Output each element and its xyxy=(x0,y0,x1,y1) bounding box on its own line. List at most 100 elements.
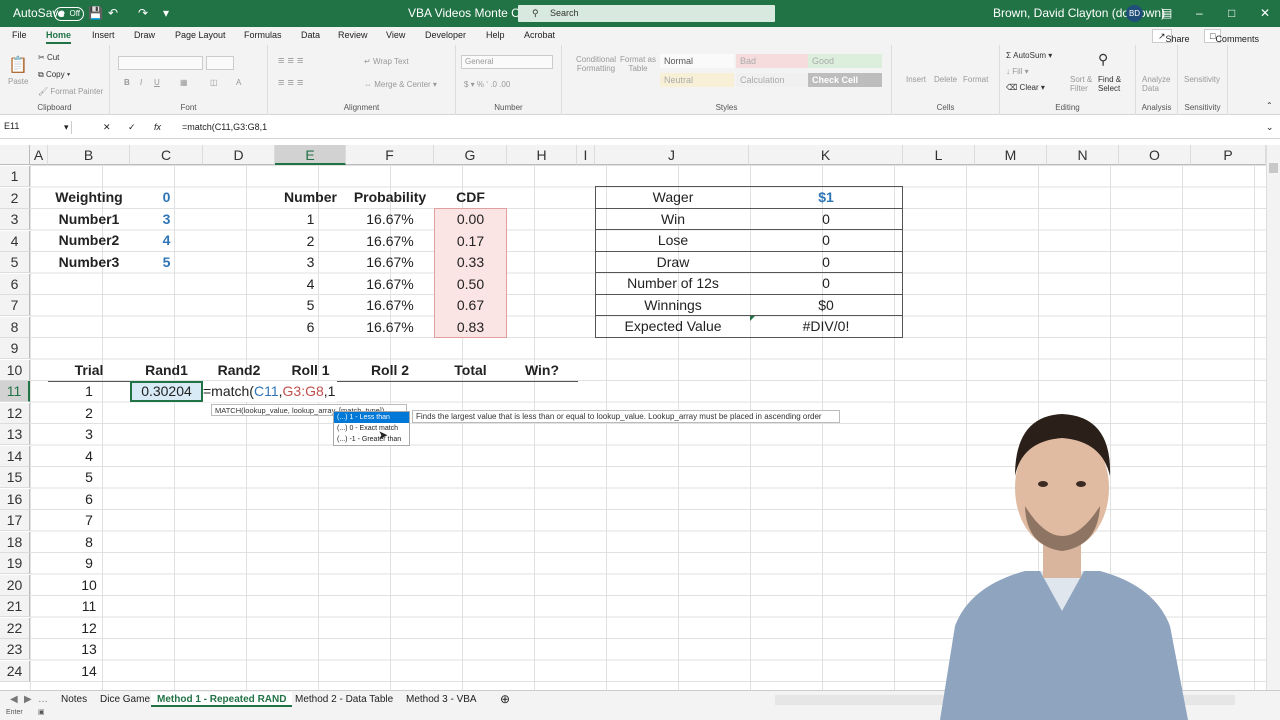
row-header[interactable]: 18 xyxy=(0,531,30,553)
row-header[interactable]: 8 xyxy=(0,316,30,338)
column-header-m[interactable]: M xyxy=(975,145,1047,165)
sheet-tab-method-1[interactable]: Method 1 - Repeated RAND xyxy=(151,692,293,707)
dist-probability[interactable]: 16.67% xyxy=(346,252,434,273)
vertical-scrollbar[interactable] xyxy=(1266,145,1280,690)
tab-insert[interactable]: Insert xyxy=(92,30,115,40)
number1-label[interactable]: Number1 xyxy=(48,209,130,230)
column-header-n[interactable]: N xyxy=(1047,145,1119,165)
maximize-icon[interactable]: □ xyxy=(1228,0,1235,27)
merge-center-button[interactable]: ⇔ Merge & Center ▾ xyxy=(364,80,437,89)
trial-number[interactable]: 7 xyxy=(48,510,130,531)
row-header[interactable]: 23 xyxy=(0,639,30,660)
delete-cells-button[interactable]: Delete xyxy=(934,75,957,84)
number3-value[interactable]: 5 xyxy=(130,252,203,273)
format-cells-button[interactable]: Format xyxy=(963,75,988,84)
dist-cdf[interactable]: 0.17 xyxy=(434,231,507,252)
row-header[interactable]: 12 xyxy=(0,402,30,424)
row-header[interactable]: 5 xyxy=(0,252,30,273)
trial-header[interactable]: Trial xyxy=(48,360,130,381)
trial-number[interactable]: 6 xyxy=(48,489,130,510)
minimize-icon[interactable]: – xyxy=(1196,0,1203,27)
dist-cdf[interactable]: 0.83 xyxy=(434,317,507,338)
tab-developer[interactable]: Developer xyxy=(425,30,466,40)
summary-label[interactable]: Winnings xyxy=(596,295,750,316)
customize-toolbar-icon[interactable]: ▾ xyxy=(163,0,169,27)
tab-review[interactable]: Review xyxy=(338,30,368,40)
summary-label[interactable]: Draw xyxy=(596,252,750,273)
trial-number[interactable]: 12 xyxy=(48,618,130,639)
ribbon-display-icon[interactable]: ▤ xyxy=(1161,0,1172,27)
sheet-more-icon[interactable]: … xyxy=(32,692,54,707)
tab-draw[interactable]: Draw xyxy=(134,30,155,40)
redo-icon[interactable]: ↷ xyxy=(138,0,148,27)
dist-cdf[interactable]: 0.33 xyxy=(434,252,507,273)
close-icon[interactable]: ✕ xyxy=(1260,0,1270,27)
editing-formula-cell[interactable]: =match(C11,G3:G8,1 xyxy=(203,381,338,402)
align-left-icon[interactable]: ≡ ≡ ≡ xyxy=(278,77,303,89)
namebox-dropdown-icon[interactable]: ▾ xyxy=(64,122,69,133)
column-header-a[interactable]: A xyxy=(30,145,48,165)
add-sheet-icon[interactable]: ⊕ xyxy=(494,692,516,707)
insert-function-icon[interactable]: fx xyxy=(154,122,161,132)
trial-number[interactable]: 1 xyxy=(48,381,130,402)
summary-label[interactable]: Lose xyxy=(596,230,750,251)
format-as-table-button[interactable]: Format as Table xyxy=(618,55,658,73)
column-header-e[interactable]: E xyxy=(275,145,346,165)
sensitivity-button[interactable]: Sensitivity xyxy=(1184,75,1220,84)
fill-color-icon[interactable]: ◫ xyxy=(210,78,218,87)
font-name-select[interactable] xyxy=(118,56,203,70)
number3-label[interactable]: Number3 xyxy=(48,252,130,273)
sheet-tab-method-2[interactable]: Method 2 - Data Table xyxy=(289,692,399,707)
expand-formula-icon[interactable]: ⌄ xyxy=(1266,122,1274,133)
paste-icon[interactable]: 📋 xyxy=(8,55,28,75)
tab-acrobat[interactable]: Acrobat xyxy=(524,30,555,40)
dist-cdf[interactable]: 0.00 xyxy=(434,209,507,230)
share-button[interactable]: ↗ Share xyxy=(1152,29,1190,44)
dist-probability[interactable]: 16.67% xyxy=(346,317,434,338)
find-select-button[interactable]: Find & Select xyxy=(1098,75,1128,93)
summary-value[interactable]: $0 xyxy=(750,295,902,316)
summary-label[interactable]: Win xyxy=(596,209,750,230)
dist-number[interactable]: 5 xyxy=(275,295,346,316)
row-header[interactable]: 19 xyxy=(0,553,30,574)
trial-number[interactable]: 5 xyxy=(48,467,130,488)
summary-value[interactable]: 0 xyxy=(750,230,902,251)
row-header[interactable]: 13 xyxy=(0,424,30,445)
find-icon[interactable]: ⚲ xyxy=(1098,51,1108,68)
dist-probability[interactable]: 16.67% xyxy=(346,209,434,230)
row-header[interactable]: 22 xyxy=(0,617,30,639)
avatar[interactable]: BD xyxy=(1126,5,1143,22)
column-header-j[interactable]: J xyxy=(595,145,749,165)
row-header[interactable]: 11 xyxy=(0,381,30,402)
summary-value[interactable]: $1 xyxy=(750,187,902,208)
weighting-value[interactable]: 0 xyxy=(130,187,203,208)
cdf-header[interactable]: CDF xyxy=(434,187,507,208)
trial-number[interactable]: 11 xyxy=(48,596,130,617)
summary-label[interactable]: Expected Value xyxy=(596,316,750,337)
dist-probability[interactable]: 16.67% xyxy=(346,295,434,316)
row-header[interactable]: 10 xyxy=(0,359,30,381)
dist-number[interactable]: 2 xyxy=(275,231,346,252)
borders-icon[interactable]: ▦ xyxy=(180,78,188,87)
trial-number[interactable]: 9 xyxy=(48,553,130,574)
summary-value[interactable]: 0 xyxy=(750,252,902,273)
style-bad[interactable]: Bad xyxy=(736,54,810,68)
font-color-icon[interactable]: A xyxy=(236,78,241,87)
trial-number[interactable]: 2 xyxy=(48,403,130,424)
column-header-i[interactable]: I xyxy=(577,145,595,165)
number-format-select[interactable]: General xyxy=(461,55,553,69)
row-header[interactable]: 14 xyxy=(0,445,30,467)
conditional-formatting-button[interactable]: Conditional Formatting xyxy=(568,55,624,73)
summary-value[interactable]: 0 xyxy=(750,273,902,294)
tab-home[interactable]: Home xyxy=(46,30,72,44)
analyze-data-button[interactable]: Analyze Data xyxy=(1142,75,1172,93)
sheet-tab-method-3[interactable]: Method 3 - VBA xyxy=(400,692,483,707)
dist-number[interactable]: 3 xyxy=(275,252,346,273)
style-calculation[interactable]: Calculation xyxy=(736,73,810,87)
name-box[interactable]: E11 xyxy=(4,121,72,134)
row-header[interactable]: 21 xyxy=(0,596,30,617)
row-header[interactable]: 3 xyxy=(0,209,30,230)
undo-icon[interactable]: ↶ xyxy=(108,0,118,27)
style-neutral[interactable]: Neutral xyxy=(660,73,734,87)
comments-button[interactable]: □ Comments xyxy=(1204,29,1259,44)
